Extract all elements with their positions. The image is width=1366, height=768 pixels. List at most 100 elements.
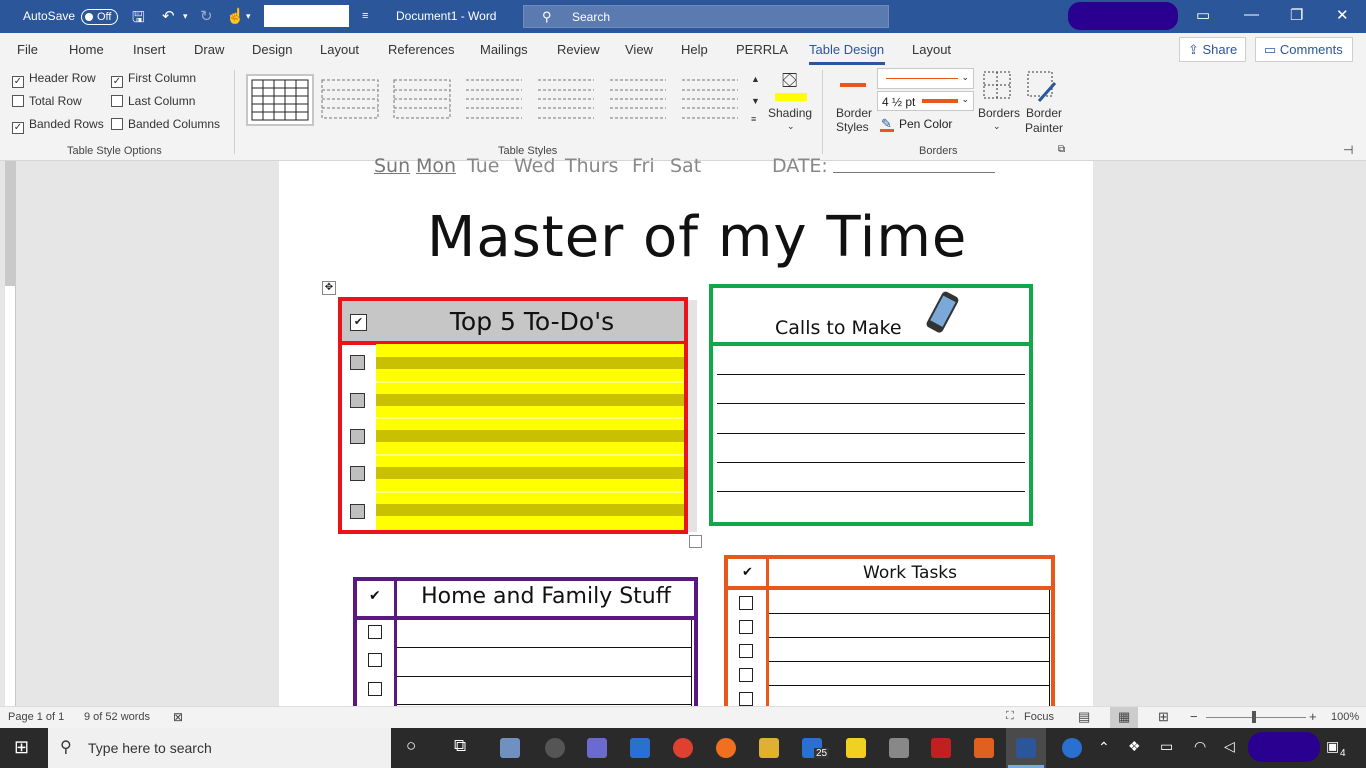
zoom-level[interactable]: 100% <box>1331 711 1359 723</box>
user-account[interactable] <box>1068 2 1178 30</box>
undo-dropdown-icon[interactable]: ▾ <box>183 11 188 22</box>
tab-help[interactable]: Help <box>681 42 708 57</box>
tab-perrla[interactable]: PERRLA <box>736 42 788 57</box>
dropbox-icon[interactable]: ❖ <box>1128 738 1141 755</box>
home-checkbox-1[interactable] <box>368 625 382 639</box>
todo-checkbox-1[interactable] <box>350 355 365 370</box>
tab-layout[interactable]: Layout <box>320 42 359 57</box>
action-center-icon[interactable]: ▣ <box>1326 738 1339 755</box>
todo-checkbox-2[interactable] <box>350 393 365 408</box>
word-icon[interactable] <box>1016 738 1036 758</box>
work-checkbox-2[interactable] <box>739 620 753 634</box>
tab-home[interactable]: Home <box>69 42 104 57</box>
tab-table-design[interactable]: Table Design <box>809 42 884 57</box>
table-style-grid[interactable] <box>246 74 314 126</box>
help-icon[interactable] <box>1062 738 1082 758</box>
total-row-option[interactable]: Total Row <box>12 94 82 108</box>
banded-columns-checkbox[interactable] <box>111 118 123 130</box>
touch-dropdown-icon[interactable]: ▾ <box>246 11 251 22</box>
page-count[interactable]: Page 1 of 1 <box>8 711 64 723</box>
proofing-icon[interactable]: ⊠ <box>173 710 183 724</box>
task-view-icon[interactable]: ⧉ <box>454 736 466 756</box>
undo-icon[interactable]: ↶ <box>162 7 175 25</box>
work-checkbox-5[interactable] <box>739 692 753 706</box>
first-column-option[interactable]: ✓ First Column <box>111 71 196 88</box>
gallery-more-icon[interactable]: ≡ <box>751 114 756 124</box>
customize-qat-icon[interactable]: ≡ <box>362 10 368 22</box>
tab-mailings[interactable]: Mailings <box>480 42 528 57</box>
autosave-toggle[interactable]: Off <box>81 9 118 25</box>
calculator-icon[interactable] <box>889 738 909 758</box>
windows-start-icon[interactable]: ⊞ <box>14 737 29 758</box>
header-row-checkbox[interactable]: ✓ <box>12 76 24 88</box>
touch-mode-icon[interactable]: ☝ <box>226 7 245 25</box>
sticky-notes-icon[interactable] <box>846 738 866 758</box>
tab-insert[interactable]: Insert <box>133 42 166 57</box>
zoom-slider-thumb[interactable] <box>1252 711 1256 723</box>
minimize-icon[interactable]: — <box>1244 6 1259 23</box>
chevron-up-icon[interactable]: ⌃ <box>1098 739 1110 756</box>
todo-checkbox-5[interactable] <box>350 504 365 519</box>
focus-label[interactable]: Focus <box>1024 711 1054 723</box>
line-style-dropdown[interactable]: ⌄ <box>877 68 974 89</box>
close-icon[interactable]: ✕ <box>1336 6 1349 24</box>
comments-button[interactable]: ▭ Comments <box>1255 37 1353 62</box>
cortana-icon[interactable]: ○ <box>406 736 416 756</box>
focus-mode-icon[interactable]: ⛶ <box>1006 710 1014 723</box>
tab-draw[interactable]: Draw <box>194 42 224 57</box>
tab-references[interactable]: References <box>388 42 454 57</box>
save-icon[interactable]: 🖫 <box>132 7 145 32</box>
video-app-icon[interactable] <box>587 738 607 758</box>
pin-ribbon-icon[interactable]: ⊣ <box>1343 143 1353 157</box>
tab-table-layout[interactable]: Layout <box>912 42 951 57</box>
pen-color-button[interactable]: ✎ Pen Color <box>879 116 979 134</box>
clock-area[interactable] <box>1248 732 1320 762</box>
print-layout-icon[interactable]: ▦ <box>1118 709 1130 725</box>
first-column-checkbox[interactable]: ✓ <box>111 76 123 88</box>
ribbon-display-icon[interactable]: ▭ <box>1196 6 1210 24</box>
todo-checkbox-3[interactable] <box>350 429 365 444</box>
volume-icon[interactable]: ◁ <box>1224 738 1235 755</box>
gallery-down-icon[interactable]: ▼ <box>751 96 760 106</box>
share-button[interactable]: ⇪ Share <box>1179 37 1247 62</box>
banded-columns-option[interactable]: Banded Columns <box>111 117 220 131</box>
media-player-icon[interactable] <box>545 738 565 758</box>
word-count[interactable]: 9 of 52 words <box>84 711 150 723</box>
work-checkbox-4[interactable] <box>739 668 753 682</box>
table-style-gallery[interactable] <box>318 78 748 122</box>
tab-review[interactable]: Review <box>557 42 600 57</box>
zoom-in-icon[interactable]: + <box>1309 709 1317 724</box>
restore-icon[interactable]: ❐ <box>1290 6 1303 24</box>
last-column-checkbox[interactable] <box>111 95 123 107</box>
search-box[interactable]: ⚲ Search <box>523 5 889 28</box>
taskbar-search[interactable]: ⚲ Type here to search <box>48 728 391 768</box>
wifi-icon[interactable]: ◠ <box>1194 738 1206 755</box>
chrome-icon[interactable] <box>673 738 693 758</box>
header-row-option[interactable]: ✓ Header Row <box>12 71 96 88</box>
file-explorer-icon[interactable] <box>759 738 779 758</box>
read-mode-icon[interactable]: ▤ <box>1078 709 1090 725</box>
acrobat-icon[interactable] <box>931 738 951 758</box>
home-checkbox-3[interactable] <box>368 682 382 696</box>
tab-file[interactable]: File <box>17 42 38 57</box>
battery-icon[interactable]: ▭ <box>1160 738 1173 755</box>
table-resize-handle[interactable] <box>689 535 702 548</box>
gallery-up-icon[interactable]: ▲ <box>751 74 760 84</box>
keyboard-app-icon[interactable] <box>500 738 520 758</box>
office-icon[interactable] <box>974 738 994 758</box>
line-weight-dropdown[interactable]: 4 ½ pt ⌄ <box>877 91 974 111</box>
calendar-icon[interactable] <box>630 738 650 758</box>
tab-design[interactable]: Design <box>252 42 292 57</box>
todo-checkbox-4[interactable] <box>350 466 365 481</box>
table-move-handle-icon[interactable]: ✥ <box>322 281 336 295</box>
font-name-box[interactable] <box>264 5 349 27</box>
dialog-launcher-icon[interactable]: ⧉ <box>1058 144 1065 155</box>
banded-rows-checkbox[interactable]: ✓ <box>12 122 24 134</box>
web-layout-icon[interactable]: ⊞ <box>1158 709 1169 725</box>
redo-icon[interactable]: ↻ <box>200 7 213 25</box>
last-column-option[interactable]: Last Column <box>111 94 195 108</box>
firefox-icon[interactable] <box>716 738 736 758</box>
banded-rows-option[interactable]: ✓ Banded Rows <box>12 117 104 134</box>
work-checkbox-3[interactable] <box>739 644 753 658</box>
home-checkbox-2[interactable] <box>368 653 382 667</box>
